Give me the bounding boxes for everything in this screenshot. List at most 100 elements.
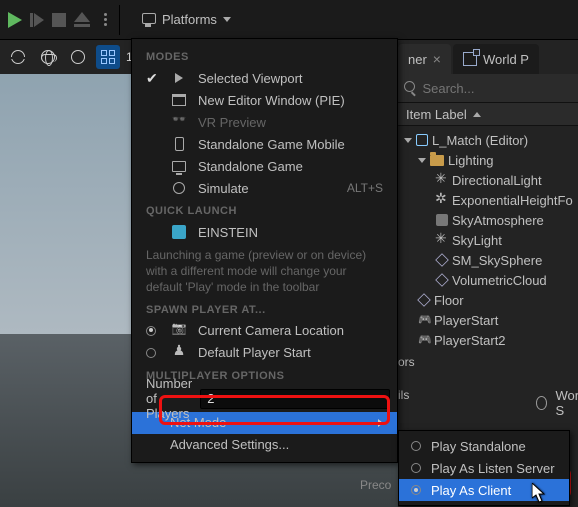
grid-snap-button[interactable] <box>96 45 120 69</box>
smi-play-as-client[interactable]: Play As Client <box>399 479 569 501</box>
tree-label: SkyAtmosphere <box>452 213 544 228</box>
viewport-globe-icon[interactable] <box>36 45 60 69</box>
mi-net-mode[interactable]: Net Mode <box>132 412 397 434</box>
smi-play-standalone[interactable]: Play Standalone <box>399 435 569 457</box>
mi-new-editor-window[interactable]: New Editor Window (PIE) <box>132 89 397 111</box>
tree-root[interactable]: L_Match (Editor) <box>398 130 578 150</box>
tree-item[interactable]: VolumetricCloud <box>398 270 578 290</box>
tree-item[interactable]: PlayerStart2 <box>398 330 578 350</box>
tree-label: Lighting <box>448 153 494 168</box>
tree-label: PlayerStart <box>434 313 498 328</box>
menu-description: Launching a game (preview or on device) … <box>132 243 397 298</box>
details-tab-label[interactable]: ils <box>398 388 409 402</box>
mi-simulate[interactable]: Simulate ALT+S <box>132 177 397 199</box>
tree-label: SM_SkySphere <box>452 253 542 268</box>
world-icon <box>416 134 428 146</box>
mi-label: Selected Viewport <box>198 71 383 86</box>
tab-world-partition[interactable]: World P <box>453 44 539 74</box>
tree-label: ExponentialHeightFo <box>452 193 573 208</box>
tree-item[interactable]: PlayerStart <box>398 310 578 330</box>
light-icon <box>436 234 448 246</box>
mi-einstein[interactable]: EINSTEIN <box>132 221 397 243</box>
viewport-circle-icon[interactable] <box>66 45 90 69</box>
world-settings-label: World S <box>555 388 578 418</box>
section-modes: MODES <box>132 45 397 67</box>
tree-item[interactable]: SM_SkySphere <box>398 250 578 270</box>
mesh-icon <box>417 293 431 307</box>
smi-label: Play As Client <box>431 483 511 498</box>
tree-label: DirectionalLight <box>452 173 542 188</box>
outliner-search-input[interactable] <box>422 81 572 96</box>
world-settings-tab[interactable]: World S <box>536 388 578 418</box>
mesh-icon <box>435 273 449 287</box>
section-quick-launch: QUICK LAUNCH <box>132 199 397 221</box>
tab-outliner[interactable]: ner × <box>398 44 451 74</box>
search-icon <box>404 81 416 95</box>
tab-world-label: World P <box>483 52 529 67</box>
stop-button[interactable] <box>52 13 66 27</box>
mi-standalone-game[interactable]: Standalone Game <box>132 155 397 177</box>
platforms-label: Platforms <box>162 12 217 27</box>
tab-outliner-label: ner <box>408 52 427 67</box>
mi-current-camera[interactable]: Current Camera Location <box>132 320 397 342</box>
tree-item[interactable]: SkyAtmosphere <box>398 210 578 230</box>
tree-label: Floor <box>434 293 464 308</box>
section-spawn: SPAWN PLAYER AT... <box>132 298 397 320</box>
mi-label: Standalone Game Mobile <box>198 137 383 152</box>
mi-label: VR Preview <box>198 115 383 130</box>
tree-folder-lighting[interactable]: Lighting <box>398 150 578 170</box>
mi-advanced-settings[interactable]: Advanced Settings... <box>132 434 397 456</box>
tree-item[interactable]: ExponentialHeightFo <box>398 190 578 210</box>
mi-label: Net Mode <box>170 415 368 430</box>
mi-label: Current Camera Location <box>198 323 383 338</box>
smi-play-listen-server[interactable]: Play As Listen Server <box>399 457 569 479</box>
mi-selected-viewport[interactable]: ✔Selected Viewport <box>132 67 397 89</box>
outliner-header[interactable]: Item Label <box>398 102 578 126</box>
world-partition-icon <box>463 52 477 66</box>
playerstart-icon <box>418 334 430 346</box>
platforms-button[interactable]: Platforms <box>132 8 239 31</box>
net-mode-submenu: Play Standalone Play As Listen Server Pl… <box>398 430 570 506</box>
number-of-players-input[interactable] <box>200 389 390 409</box>
step-button[interactable] <box>30 13 44 27</box>
mi-label: New Editor Window (PIE) <box>198 93 383 108</box>
fog-icon <box>436 194 448 206</box>
smi-label: Play As Listen Server <box>431 461 555 476</box>
actors-label: ors <box>398 355 415 369</box>
sort-asc-icon <box>473 112 481 117</box>
viewport-half-icon[interactable] <box>6 45 30 69</box>
mesh-icon <box>435 253 449 267</box>
play-options-menu: MODES ✔Selected Viewport New Editor Wind… <box>131 38 398 463</box>
globe-icon <box>536 396 547 410</box>
outliner-tree: L_Match (Editor) Lighting DirectionalLig… <box>398 126 578 354</box>
shortcut-label: ALT+S <box>347 181 383 195</box>
outliner-header-label: Item Label <box>406 107 467 122</box>
light-icon <box>436 174 448 186</box>
close-icon[interactable]: × <box>433 51 441 67</box>
tree-label: L_Match (Editor) <box>432 133 528 148</box>
mi-label: Default Player Start <box>198 345 383 360</box>
actor-icon <box>436 214 448 226</box>
platforms-icon <box>140 13 156 27</box>
tree-label: SkyLight <box>452 233 502 248</box>
tree-item[interactable]: SkyLight <box>398 230 578 250</box>
tree-item[interactable]: DirectionalLight <box>398 170 578 190</box>
play-options-dropdown[interactable] <box>104 13 107 26</box>
mi-label: Simulate <box>198 181 337 196</box>
mi-label: Advanced Settings... <box>170 437 383 452</box>
playerstart-icon <box>418 314 430 326</box>
mi-label: EINSTEIN <box>198 225 383 240</box>
mi-standalone-mobile[interactable]: Standalone Game Mobile <box>132 133 397 155</box>
mi-vr-preview: VR Preview <box>132 111 397 133</box>
folder-icon <box>430 155 444 166</box>
tree-item[interactable]: Floor <box>398 290 578 310</box>
number-of-players-row: Number of Players <box>136 386 393 412</box>
precog-text: Preco <box>360 478 391 492</box>
mi-default-player-start[interactable]: Default Player Start <box>132 342 397 364</box>
chevron-down-icon <box>223 17 231 22</box>
submenu-arrow-icon <box>378 419 383 427</box>
tree-label: VolumetricCloud <box>452 273 547 288</box>
eject-button[interactable] <box>74 12 90 27</box>
play-button[interactable] <box>8 12 22 28</box>
smi-label: Play Standalone <box>431 439 526 454</box>
